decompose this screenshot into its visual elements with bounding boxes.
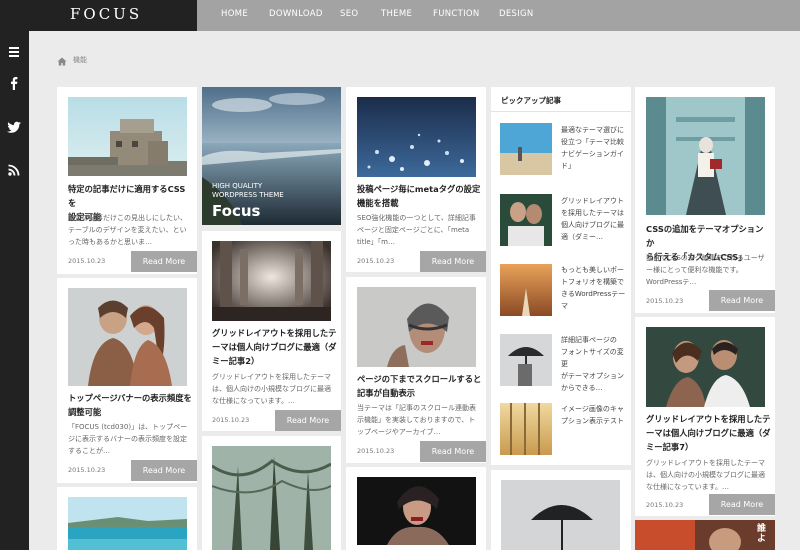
post-date: 2015.10.23 xyxy=(212,416,250,424)
nav-seo[interactable]: SEO xyxy=(340,9,358,19)
post-date: 2015.10.23 xyxy=(357,447,395,455)
menu-icon[interactable] xyxy=(6,44,22,60)
post-thumbnail[interactable] xyxy=(68,288,187,386)
post-title[interactable]: ページの下までスクロールすると 記事が自動表示 xyxy=(357,372,482,400)
post-thumbnail[interactable] xyxy=(646,97,765,215)
read-more-button[interactable]: Read More xyxy=(131,251,197,272)
nav-download[interactable]: DOWNLOAD xyxy=(269,9,323,19)
pickup-thumbnail[interactable] xyxy=(500,334,552,386)
featured-subtitle: HIGH QUALITY WORDPRESS THEME xyxy=(212,182,284,199)
overlay-text: 誰よ xyxy=(757,524,767,544)
left-sidebar xyxy=(0,31,29,550)
post-title[interactable]: 投稿ページ毎にmetaタグの設定 機能を搭載 xyxy=(357,182,482,210)
rss-icon[interactable] xyxy=(6,162,22,178)
read-more-button[interactable]: Read More xyxy=(131,460,197,481)
featured-title: Focus xyxy=(212,202,261,220)
pickup-thumbnail[interactable] xyxy=(500,403,552,455)
home-icon[interactable] xyxy=(57,51,67,70)
post-thumbnail[interactable] xyxy=(357,97,476,177)
pickup-divider xyxy=(491,111,631,112)
post-card[interactable]: トップページバナーの表示頻度を 調整可能 「FOCUS (tcd030)」は、トッ… xyxy=(57,278,197,483)
post-card[interactable]: 誰よ xyxy=(635,520,775,550)
site-logo[interactable]: FOCUS xyxy=(70,5,142,23)
read-more-button[interactable]: Read More xyxy=(420,441,486,462)
read-more-button[interactable]: Read More xyxy=(275,410,341,431)
post-card[interactable] xyxy=(491,470,631,550)
main-nav: HOME DOWNLOAD SEO THEME FUNCTION DESIGN xyxy=(197,0,800,31)
post-card[interactable] xyxy=(346,467,486,550)
nav-function[interactable]: FUNCTION xyxy=(433,9,480,19)
read-more-button[interactable]: Read More xyxy=(709,494,775,515)
post-date: 2015.10.23 xyxy=(357,257,395,265)
nav-theme[interactable]: THEME xyxy=(381,9,412,19)
post-excerpt: SEO強化機能の一つとして、詳細記事 ページと固定ページごとに、「meta titl… xyxy=(357,214,476,246)
post-card[interactable]: CSSの追加をテーマオプションか ら行える「カスタムCSS」 独自でCSSのタグ編… xyxy=(635,87,775,313)
post-thumbnail[interactable] xyxy=(635,520,775,550)
pickup-thumbnail[interactable] xyxy=(500,264,552,316)
post-excerpt: 「FOCUS (tcd030)」は、トップペー ジに表示するバナーの表示頻度を設定… xyxy=(68,423,188,455)
post-excerpt: 特定の記事だけこの見出しにしたい、 テーブルのデザインを変えたい、とい った時もある… xyxy=(68,214,187,246)
post-thumbnail[interactable] xyxy=(501,480,620,550)
logo-bar: FOCUS xyxy=(0,0,197,31)
post-card[interactable]: グリッドレイアウトを採用したテ ーマは個人向けブログに最適（ダ ミー記事7） グリッ… xyxy=(635,317,775,516)
pickup-item[interactable]: 詳細記事ページの フォントサイズの変更 がテーマオプション からできる… xyxy=(561,334,627,394)
read-more-button[interactable]: Read More xyxy=(709,290,775,311)
post-card[interactable]: ページの下までスクロールすると 記事が自動表示 当テーマは「記事のスクロール連動表… xyxy=(346,277,486,463)
post-thumbnail[interactable] xyxy=(357,287,476,367)
nav-home[interactable]: HOME xyxy=(221,9,248,19)
post-excerpt: グリッドレイアウトを採用したテーマ は、個人向けの小規模なブログに最適 な仕様になっ… xyxy=(646,459,765,491)
nav-design[interactable]: DESIGN xyxy=(499,9,534,19)
post-thumbnail[interactable] xyxy=(357,477,476,545)
post-card[interactable]: 投稿ページ毎にmetaタグの設定 機能を搭載 SEO強化機能の一つとして、詳細記事… xyxy=(346,87,486,272)
pickup-thumbnail[interactable] xyxy=(500,123,552,175)
post-excerpt: グリッドレイアウトを採用したテーマ は、個人向けの小規模なブログに最適 な仕様になっ… xyxy=(212,373,331,405)
post-date: 2015.10.23 xyxy=(646,501,684,509)
post-card[interactable]: グリッドレイアウトを採用したテ ーマは個人向けブログに最適（ダ ミー記事2） グリッ… xyxy=(202,231,341,431)
post-card[interactable]: 特定の記事だけに適用するCSSを 設定可能 特定の記事だけこの見出しにしたい、 テー… xyxy=(57,87,197,274)
post-date: 2015.10.23 xyxy=(68,257,106,265)
post-thumbnail[interactable] xyxy=(212,241,331,321)
facebook-icon[interactable] xyxy=(6,75,22,91)
post-date: 2015.10.23 xyxy=(68,466,106,474)
post-card[interactable] xyxy=(57,487,197,550)
read-more-button[interactable]: Read More xyxy=(420,251,486,272)
post-excerpt: 当テーマは「記事のスクロール連動表 示機能」を実装しておりますので、ト ップページや… xyxy=(357,404,476,436)
pickup-item[interactable]: 最適なテーマ選びに 役立つ「テーマ比較 ナビゲーションガイ ド」 xyxy=(561,124,627,172)
post-thumbnail[interactable] xyxy=(646,327,765,407)
post-thumbnail[interactable] xyxy=(212,446,331,550)
breadcrumb-current: 機能 xyxy=(73,56,87,64)
pickup-item[interactable]: もっとも美しいポー トフォリオを構築で きるWordPressテーマ xyxy=(561,264,627,312)
twitter-icon[interactable] xyxy=(6,119,22,135)
post-thumbnail[interactable] xyxy=(68,97,187,176)
pickup-item[interactable]: イメージ画像のキャ プション表示テスト xyxy=(561,403,627,427)
post-excerpt: 独自でCSSのタグ編集をされるユーザ ー様にとって便利な機能です。 WordPres… xyxy=(646,254,765,286)
post-date: 2015.10.23 xyxy=(646,297,684,305)
pickup-heading: ピックアップ記事 xyxy=(501,96,561,105)
post-thumbnail[interactable] xyxy=(68,497,187,550)
post-title[interactable]: グリッドレイアウトを採用したテ ーマは個人向けブログに最適（ダ ミー記事2） xyxy=(212,326,338,368)
pickup-item[interactable]: グリッドレイアウト を採用したテーマは 個人向けブログに最 適（ダミー… xyxy=(561,195,627,243)
post-title[interactable]: トップページバナーの表示頻度を 調整可能 xyxy=(68,391,192,419)
breadcrumb: 機能 xyxy=(57,54,87,66)
post-card[interactable] xyxy=(202,436,341,550)
pickup-thumbnail[interactable] xyxy=(500,194,552,246)
featured-banner[interactable]: HIGH QUALITY WORDPRESS THEME Focus xyxy=(202,87,341,225)
post-title[interactable]: グリッドレイアウトを採用したテ ーマは個人向けブログに最適（ダ ミー記事7） xyxy=(646,412,772,454)
